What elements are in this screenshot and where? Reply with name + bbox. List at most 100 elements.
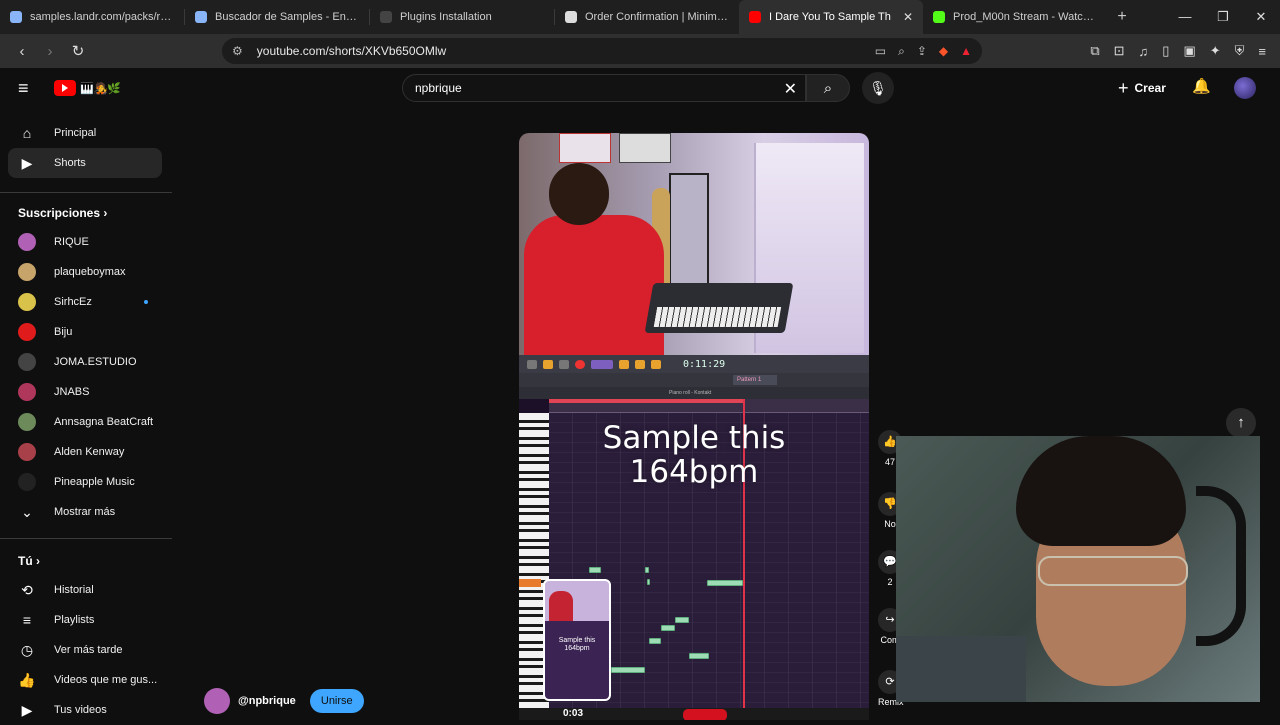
sidebar-item-label: JNABS: [54, 386, 90, 398]
forward-icon[interactable]: ›: [36, 37, 64, 65]
tab-title: Plugins Installation: [400, 11, 492, 23]
sidebar-item-label: RIQUE: [54, 236, 89, 248]
sidebar-you-item[interactable]: 👍 Videos que me gus...: [8, 665, 162, 695]
maximize-icon[interactable]: ❐: [1204, 0, 1242, 34]
search-button[interactable]: ⌕: [806, 74, 850, 102]
join-button[interactable]: Unirse: [309, 689, 364, 713]
sidebar-subscription[interactable]: plaqueboymax: [8, 257, 162, 287]
sidebar-item-label: Pineapple Music: [54, 476, 135, 488]
browser-tab[interactable]: Plugins Installation: [370, 0, 554, 34]
screenshot-icon[interactable]: ⊡: [1114, 43, 1125, 59]
sidebar-item-label: SirhcEz: [54, 296, 92, 308]
show-more-button[interactable]: ⌄ Mostrar más: [8, 497, 162, 527]
sidebar-subscription[interactable]: JOMA.ESTUDIO: [8, 347, 162, 377]
sidebar-item-label: Annsagna BeatCraft: [54, 416, 154, 428]
video-camera-scene: [519, 133, 869, 358]
short-channel-row: @npbrique Unirse: [204, 688, 364, 714]
brave-rewards-icon[interactable]: ▲: [960, 44, 972, 58]
minimize-icon[interactable]: —: [1166, 0, 1204, 34]
chevron-down-icon: ⌄: [21, 503, 33, 520]
producer-figure: [524, 163, 664, 358]
previous-short-arrow-icon[interactable]: ↑: [1226, 408, 1256, 438]
daw-time-display: 0:11:29: [683, 358, 726, 370]
subscriptions-heading[interactable]: Suscripciones ›: [18, 206, 107, 220]
you-heading[interactable]: Tú ›: [18, 554, 40, 568]
url-field[interactable]: ⚙ youtube.com/shorts/XKVb650OMlw ▭ ⌕ ⇪ ◆…: [222, 38, 982, 64]
sidebar-item-label: Ver más tarde: [54, 644, 123, 656]
leo-icon[interactable]: ✦: [1210, 43, 1221, 59]
vpn-icon[interactable]: ⛨: [1235, 43, 1245, 59]
daw-piano-roll-header: Piano roll - Kontakt: [519, 387, 869, 399]
sidebar-subscription[interactable]: SirhcEz: [8, 287, 162, 317]
create-label: Crear: [1134, 81, 1166, 95]
sidebar-you-item[interactable]: ▶ Tus videos: [8, 695, 162, 725]
close-window-icon[interactable]: ✕: [1242, 0, 1280, 34]
voice-search-button[interactable]: 🎙: [862, 72, 894, 104]
sidebar-subscription[interactable]: Annsagna BeatCraft: [8, 407, 162, 437]
new-content-dot: [144, 300, 148, 304]
library-item-icon: ▶: [21, 701, 33, 718]
extensions-icon[interactable]: ⧉: [1090, 43, 1099, 59]
notifications-bell-icon[interactable]: 🔔: [1192, 77, 1211, 95]
media-icon[interactable]: ♫: [1139, 44, 1149, 59]
shorts-icon: ▶: [21, 154, 33, 171]
midi-note: [661, 625, 675, 631]
browser-tab[interactable]: samples.landr.com/packs/radio-: [0, 0, 184, 34]
close-tab-icon[interactable]: ✕: [903, 10, 913, 24]
sidebar-item-shorts[interactable]: ▶ Shorts: [8, 148, 162, 178]
browser-tab[interactable]: Order Confirmation | Minimal A: [555, 0, 739, 34]
account-avatar[interactable]: [1234, 77, 1256, 99]
create-button[interactable]: + Crear: [1118, 76, 1166, 100]
search-query: npbrique: [415, 81, 462, 95]
channel-avatar-icon: [18, 443, 36, 461]
channel-handle[interactable]: @npbrique: [238, 695, 296, 707]
sidebar-toggle-icon[interactable]: ▯: [1162, 43, 1169, 59]
midi-note: [707, 580, 743, 586]
sidebar-item-label: Shorts: [54, 157, 86, 169]
cast-icon[interactable]: ▭: [875, 44, 886, 58]
sidebar-item-principal[interactable]: ⌂ Principal: [8, 118, 162, 148]
sidebar-you-item[interactable]: ◷ Ver más tarde: [8, 635, 162, 665]
sidebar-you-item[interactable]: ≡ Playlists: [8, 605, 162, 635]
clear-search-icon[interactable]: ✕: [784, 79, 797, 99]
brave-shield-icon[interactable]: ◆: [939, 44, 948, 58]
search-input[interactable]: npbrique ✕: [402, 74, 806, 102]
hamburger-menu-icon[interactable]: ≡: [18, 78, 29, 99]
sidebar-you-item[interactable]: ⟲ Historial: [8, 575, 162, 605]
browser-tab[interactable]: Prod_M00n Stream - Watch Live: [923, 0, 1107, 34]
sidebar-subscription[interactable]: RIQUE: [8, 227, 162, 257]
browser-menu-icon[interactable]: ≡: [1258, 44, 1266, 59]
new-tab-button[interactable]: +: [1107, 8, 1137, 26]
tab-title: samples.landr.com/packs/radio-: [30, 11, 174, 23]
sidebar-divider: [0, 538, 172, 539]
channel-avatar-icon: [18, 353, 36, 371]
zoom-icon[interactable]: ⌕: [898, 44, 905, 59]
site-info-icon[interactable]: ⚙: [232, 44, 243, 58]
chevron-right-icon: ›: [100, 206, 108, 220]
channel-avatar-icon: [18, 323, 36, 341]
browser-tab[interactable]: I Dare You To Sample Th ✕: [739, 0, 923, 34]
channel-avatar-icon: [18, 293, 36, 311]
sidebar-subscription[interactable]: Pineapple Music: [8, 467, 162, 497]
channel-avatar[interactable]: [204, 688, 230, 714]
reload-icon[interactable]: ↻: [64, 37, 92, 65]
short-video-player[interactable]: 0:11:29 Pattern 1 Piano roll - Kontakt S…: [519, 133, 869, 720]
search-icon: ⌕: [823, 79, 833, 97]
chevron-right-icon: ›: [32, 554, 41, 568]
wallet-icon[interactable]: ▣: [1183, 43, 1195, 59]
back-icon[interactable]: ‹: [8, 37, 36, 65]
youtube-logo[interactable]: 🎹🧑‍🎤🌿: [54, 80, 121, 96]
sidebar-subscription[interactable]: Biju: [8, 317, 162, 347]
tab-favicon-icon: [565, 11, 577, 23]
daw-toolbar: Pattern 1: [519, 373, 869, 387]
sidebar-subscription[interactable]: Alden Kenway: [8, 437, 162, 467]
webcam-overlay: [896, 436, 1260, 702]
share-page-icon[interactable]: ⇪: [917, 44, 927, 58]
channel-avatar-icon: [18, 413, 36, 431]
tab-title: I Dare You To Sample Th: [769, 11, 891, 23]
browser-tab[interactable]: Buscador de Samples - Encuentr: [185, 0, 369, 34]
library-item-icon: ≡: [22, 612, 32, 628]
sidebar-subscription[interactable]: JNABS: [8, 377, 162, 407]
library-item-icon: ◷: [20, 641, 34, 658]
midi-note: [611, 667, 645, 673]
